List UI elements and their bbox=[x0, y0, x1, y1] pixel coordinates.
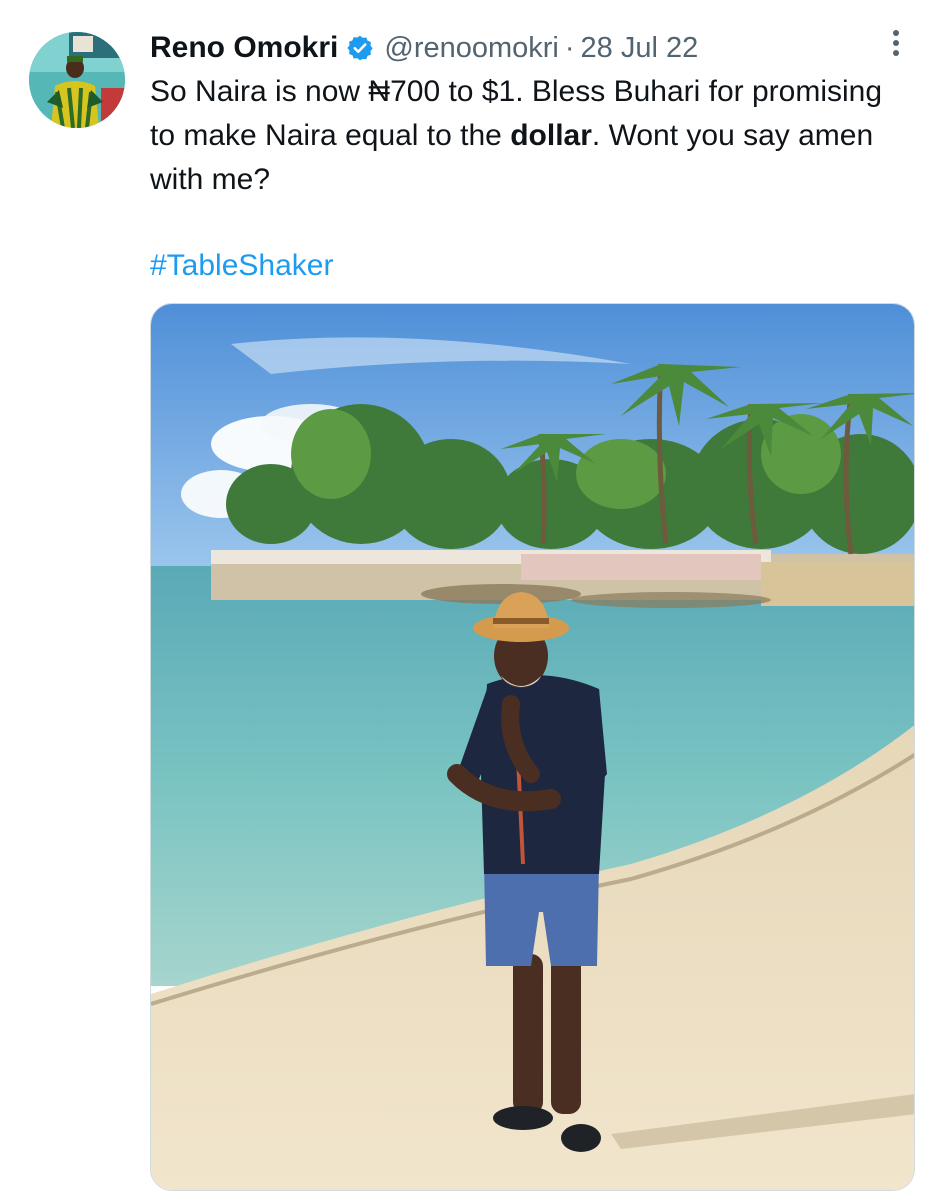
tweet-text: So Naira is now ₦700 to $1. Bless Buhari… bbox=[150, 70, 910, 202]
author-avatar[interactable] bbox=[29, 32, 125, 128]
tweet-date[interactable]: 28 Jul 22 bbox=[581, 32, 699, 65]
beach-photo-image bbox=[151, 304, 914, 1190]
tweet-header: Reno Omokri @renoomokri · 28 Jul 22 bbox=[150, 28, 698, 68]
tweet[interactable]: Reno Omokri @renoomokri · 28 Jul 22 So N… bbox=[0, 0, 943, 1200]
hashtag-link[interactable]: #TableShaker bbox=[150, 244, 333, 288]
author-display-name[interactable]: Reno Omokri bbox=[150, 31, 338, 65]
tweet-photo[interactable] bbox=[150, 303, 915, 1191]
avatar-image bbox=[29, 32, 125, 128]
author-handle[interactable]: @renoomokri bbox=[384, 32, 559, 65]
verified-badge-icon bbox=[346, 34, 374, 62]
more-options-icon[interactable] bbox=[882, 26, 910, 66]
separator-dot: · bbox=[564, 31, 575, 64]
tweet-text-bold: dollar bbox=[510, 119, 592, 152]
